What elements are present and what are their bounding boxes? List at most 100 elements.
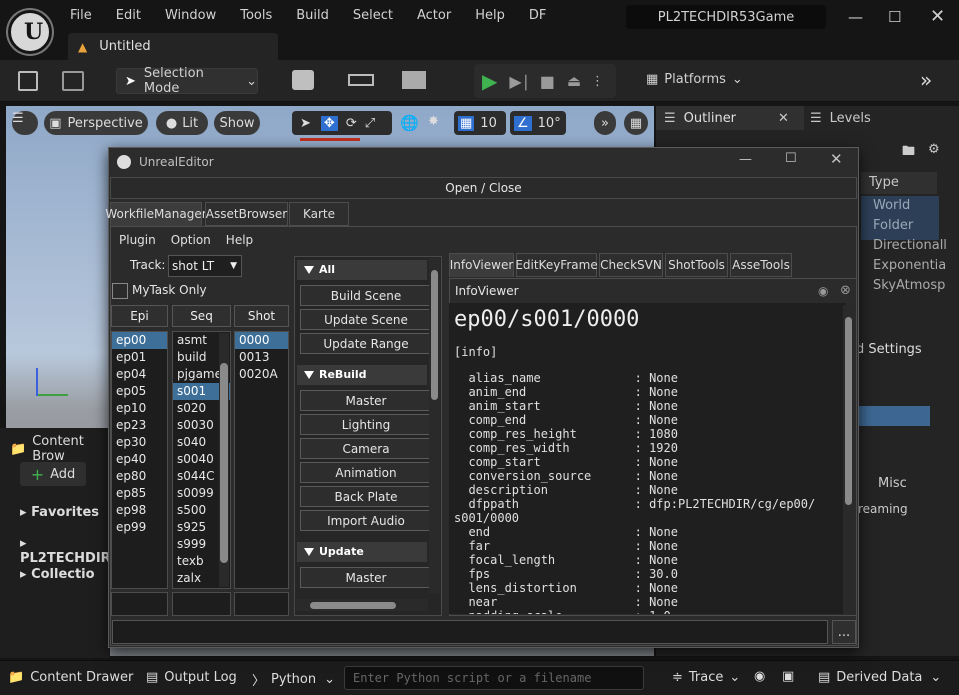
epi-list-item[interactable]: ep23 — [112, 417, 167, 434]
collections-section[interactable]: ▸ Collectio — [20, 567, 95, 582]
more-button[interactable]: ... — [832, 620, 856, 644]
tab-karte[interactable]: Karte — [289, 202, 349, 226]
epi-list-item[interactable]: ep04 — [112, 366, 167, 383]
shot-list-item[interactable]: 0000 — [235, 332, 288, 349]
outliner-type-2[interactable]: Directionall — [873, 238, 947, 253]
shot-list-item[interactable]: 0020A — [235, 366, 288, 383]
epi-list-item[interactable]: ep01 — [112, 349, 167, 366]
level-tab[interactable]: ▲ Untitled — [68, 33, 278, 60]
tab-infoviewer[interactable]: InfoViewer — [449, 253, 514, 277]
selection-mode-dropdown[interactable]: ➤ Selection Mode ⌄ — [116, 66, 258, 96]
play-icon[interactable]: ▶ — [482, 69, 497, 93]
expand-toolbar-icon[interactable]: » — [920, 68, 932, 92]
dock-float-icon[interactable]: ◉ — [818, 284, 828, 298]
tab-assetools[interactable]: AsseTools — [730, 253, 792, 277]
update-master-button[interactable]: Master — [300, 567, 432, 588]
viewport-layout-icon[interactable]: ▦ — [624, 111, 648, 135]
epi-header-button[interactable]: Epi — [111, 305, 168, 327]
new-folder-icon[interactable]: 🖿 — [902, 142, 915, 164]
rebuild-camera-button[interactable]: Camera — [300, 438, 432, 459]
menu-file[interactable]: File — [70, 8, 92, 23]
tab-assetbrowser[interactable]: AssetBrowser — [205, 202, 288, 226]
info-scrollbar[interactable] — [843, 305, 854, 614]
more-options-icon[interactable]: ⋮ — [591, 74, 604, 89]
section-all[interactable]: All — [297, 260, 427, 280]
content-browser-tab[interactable]: 📁 Content Brow — [10, 434, 110, 464]
maximize-icon[interactable]: ☐ — [888, 8, 901, 26]
favorites-section[interactable]: ▸ Favorites — [20, 505, 99, 520]
build-scene-button[interactable]: Build Scene — [300, 285, 432, 306]
action-scrollbar[interactable] — [429, 258, 440, 594]
move-icon[interactable]: ✥ — [320, 115, 338, 131]
epi-list-item[interactable]: ep05 — [112, 383, 167, 400]
menu-select[interactable]: Select — [353, 8, 393, 23]
tab-editkeyframe[interactable]: EditKeyFrame — [515, 253, 598, 277]
rebuild-backplate-button[interactable]: Back Plate — [300, 486, 432, 507]
tab-workfilemanager[interactable]: WorkfileManager — [105, 202, 207, 226]
seq-header-button[interactable]: Seq — [172, 305, 231, 327]
action-scroll-thumb[interactable] — [431, 270, 438, 400]
derived-data-button[interactable]: ▤ Derived Data ⌄ — [818, 670, 941, 685]
viewport-menu-icon[interactable]: ☰ — [12, 111, 38, 135]
angle-snap[interactable]: ∠ 10° — [510, 111, 566, 135]
select-icon[interactable]: ➤ — [300, 116, 311, 131]
menu-help[interactable]: Help — [475, 8, 505, 23]
type-column-header[interactable]: Type — [861, 172, 937, 194]
rebuild-import-audio-button[interactable]: Import Audio — [300, 510, 432, 531]
cinematics-icon[interactable] — [402, 71, 426, 89]
rebuild-lighting-button[interactable]: Lighting — [300, 414, 432, 435]
outliner-tab[interactable]: ☰ Outliner ✕ — [656, 106, 804, 130]
menu-plugin[interactable]: Plugin — [119, 233, 156, 247]
epi-list-item[interactable]: ep30 — [112, 434, 167, 451]
python-dropdown[interactable]: 〉 Python ⌄ — [252, 670, 335, 689]
seq-scrollbar[interactable] — [219, 333, 229, 587]
browse-icon[interactable] — [62, 71, 84, 91]
shot-filter-field[interactable] — [234, 592, 289, 616]
surface-snap-icon[interactable]: ✸ — [428, 114, 439, 129]
lit-button[interactable]: ● Lit — [156, 111, 208, 135]
action-hscroll-thumb[interactable] — [310, 602, 396, 609]
epi-list-item[interactable]: ep98 — [112, 502, 167, 519]
menu-option[interactable]: Option — [171, 233, 211, 247]
outliner-type-1[interactable]: Folder — [873, 218, 913, 233]
section-rebuild[interactable]: ReBuild — [297, 365, 427, 385]
shot-list[interactable]: 0000 0013 0020A — [234, 331, 289, 589]
tab-shottools[interactable]: ShotTools — [665, 253, 728, 277]
close-icon[interactable]: ✕ — [930, 6, 945, 27]
update-scene-button[interactable]: Update Scene — [300, 309, 432, 330]
menu-df[interactable]: DF — [529, 8, 547, 23]
perspective-button[interactable]: ▣ Perspective — [44, 111, 148, 135]
shot-header-button[interactable]: Shot — [234, 305, 289, 327]
scale-icon[interactable]: ⤢ — [365, 116, 375, 131]
outliner-type-0[interactable]: World — [873, 198, 910, 213]
world-local-icon[interactable]: 🌐 — [400, 114, 419, 132]
minimize-icon[interactable]: — — [848, 8, 863, 26]
outliner-type-4[interactable]: SkyAtmosp — [873, 278, 945, 293]
viewport-expand-icon[interactable]: » — [594, 111, 616, 135]
record-icon[interactable]: ◉ — [754, 669, 765, 684]
open-close-toggle[interactable]: Open / Close — [110, 177, 857, 199]
platforms-button[interactable]: ▦ Platforms ⌄ — [646, 72, 743, 87]
epi-list-item[interactable]: ep85 — [112, 485, 167, 502]
dialog-minimize-icon[interactable]: — — [739, 152, 752, 167]
shot-list-item[interactable]: 0013 — [235, 349, 288, 366]
add-button[interactable]: + Add — [20, 462, 86, 486]
dialog-maximize-icon[interactable]: ☐ — [785, 151, 797, 166]
project-section[interactable]: ▸ PL2TECHDIR — [20, 536, 111, 566]
trace-dropdown[interactable]: ≑ Trace ⌄ — [672, 670, 740, 685]
close-icon[interactable]: ✕ — [778, 111, 789, 126]
menu-tools[interactable]: Tools — [240, 8, 272, 23]
epi-list-item[interactable]: ep00 — [112, 332, 167, 349]
levels-tab[interactable]: ☰ Levels — [810, 106, 871, 130]
show-button[interactable]: Show — [214, 111, 260, 135]
command-input[interactable] — [112, 620, 828, 644]
update-range-button[interactable]: Update Range — [300, 333, 432, 354]
action-hscrollbar[interactable] — [296, 599, 428, 611]
epi-list-item[interactable]: ep99 — [112, 519, 167, 536]
rebuild-animation-button[interactable]: Animation — [300, 462, 432, 483]
mytask-checkbox[interactable] — [112, 283, 128, 299]
epi-list-item[interactable]: ep80 — [112, 468, 167, 485]
settings-icon[interactable]: ⚙ — [928, 142, 940, 157]
menu-window[interactable]: Window — [165, 8, 216, 23]
content-drawer-button[interactable]: 📁 Content Drawer — [8, 670, 133, 685]
